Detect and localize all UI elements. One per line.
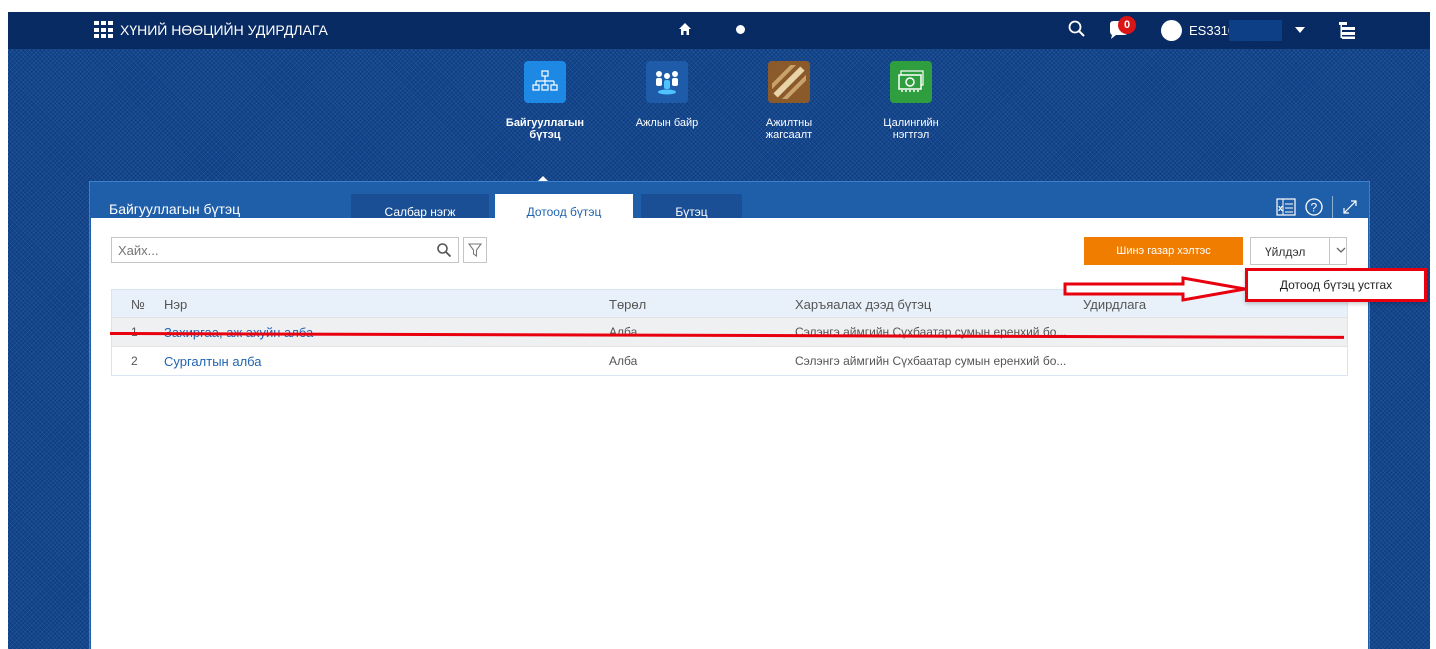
row-type: Алба bbox=[609, 325, 638, 339]
header-parent[interactable]: Харъяалах дээд бүтэц bbox=[795, 297, 931, 312]
tile-label: Байгууллагын бүтэц bbox=[505, 117, 585, 141]
svg-text:?: ? bbox=[1311, 201, 1318, 215]
header-name[interactable]: Нэр bbox=[164, 297, 187, 312]
search-input[interactable] bbox=[112, 238, 412, 262]
notification-badge[interactable]: 0 bbox=[1118, 16, 1136, 34]
user-avatar[interactable] bbox=[1161, 20, 1182, 41]
top-bar: ХҮНИЙ НӨӨЦИЙН УДИРДЛАГА 0 ES3310 bbox=[8, 12, 1430, 49]
workplace-people-icon bbox=[646, 61, 688, 103]
panel-tools: x ? bbox=[1276, 196, 1359, 218]
svg-text:x: x bbox=[1278, 203, 1283, 213]
search-icon[interactable] bbox=[436, 242, 452, 258]
action-dropdown-menu: Дотоод бүтэц устгах bbox=[1245, 268, 1427, 302]
app-launcher[interactable]: ХҮНИЙ НӨӨЦИЙН УДИРДЛАГА bbox=[94, 21, 328, 39]
table-row[interactable]: 2 Сургалтын алба Алба Сэлэнгэ аймгийн Сү… bbox=[112, 346, 1347, 375]
tile-org-structure[interactable]: Байгууллагын бүтэц bbox=[500, 61, 590, 141]
row-num: 2 bbox=[131, 354, 138, 368]
chevron-down-icon[interactable] bbox=[1295, 27, 1305, 33]
divider bbox=[1332, 196, 1333, 218]
tile-label: Ажлын байр bbox=[635, 117, 699, 129]
row-name-link[interactable]: Сургалтын алба bbox=[164, 354, 262, 369]
excel-export-icon[interactable]: x bbox=[1276, 198, 1296, 216]
employee-list-icon bbox=[768, 61, 810, 103]
new-department-button[interactable]: Шинэ газар хэлтэс bbox=[1084, 237, 1243, 265]
expand-icon[interactable] bbox=[1341, 198, 1359, 216]
home-icon[interactable] bbox=[677, 21, 693, 37]
app-grid-icon[interactable] bbox=[94, 21, 114, 39]
annotation-arrow-icon bbox=[1063, 276, 1246, 302]
panel-title: Байгууллагын бүтэц bbox=[109, 201, 241, 217]
org-structure-icon bbox=[524, 61, 566, 103]
page-dot-icon[interactable] bbox=[736, 25, 745, 34]
row-parent: Сэлэнгэ аймгийн Сүхбаатар сумын еренхий … bbox=[795, 354, 1067, 368]
filter-button[interactable] bbox=[463, 237, 487, 263]
structure-panel: Байгууллагын бүтэц Салбар нэгж Дотоод бү… bbox=[89, 181, 1370, 649]
app-title: ХҮНИЙ НӨӨЦИЙН УДИРДЛАГА bbox=[120, 22, 328, 38]
search-field bbox=[111, 237, 459, 263]
table-row[interactable]: 1 Захиргаа, аж ахуйн алба Алба Сэлэнгэ а… bbox=[112, 317, 1347, 346]
header-num[interactable]: № bbox=[131, 297, 145, 312]
hierarchy-icon[interactable] bbox=[1338, 21, 1356, 39]
chevron-down-icon[interactable] bbox=[1335, 244, 1347, 256]
action-select-label: Үйлдэл bbox=[1265, 245, 1306, 259]
search-icon[interactable] bbox=[1067, 19, 1087, 39]
filter-icon bbox=[467, 243, 483, 258]
row-type: Алба bbox=[609, 354, 638, 368]
header-type[interactable]: Төрөл bbox=[609, 297, 646, 312]
divider bbox=[1329, 238, 1330, 264]
tile-workplace[interactable]: Ажлын байр bbox=[622, 61, 712, 129]
delete-internal-structure-item[interactable]: Дотоод бүтэц устгах bbox=[1248, 271, 1424, 299]
salary-money-icon bbox=[890, 61, 932, 103]
help-icon[interactable]: ? bbox=[1304, 197, 1324, 217]
tile-employee-list[interactable]: Ажилтны жагсаалт bbox=[744, 61, 834, 141]
tile-label: Ажилтны жагсаалт bbox=[765, 117, 813, 141]
action-select[interactable]: Үйлдэл bbox=[1250, 237, 1347, 265]
tile-label: Цалингийн нэгтгэл bbox=[883, 117, 939, 141]
tile-salary[interactable]: Цалингийн нэгтгэл bbox=[866, 61, 956, 141]
redacted-user-name bbox=[1229, 20, 1282, 41]
app-shell: ХҮНИЙ НӨӨЦИЙН УДИРДЛАГА 0 ES3310 Байгуул… bbox=[8, 12, 1430, 649]
